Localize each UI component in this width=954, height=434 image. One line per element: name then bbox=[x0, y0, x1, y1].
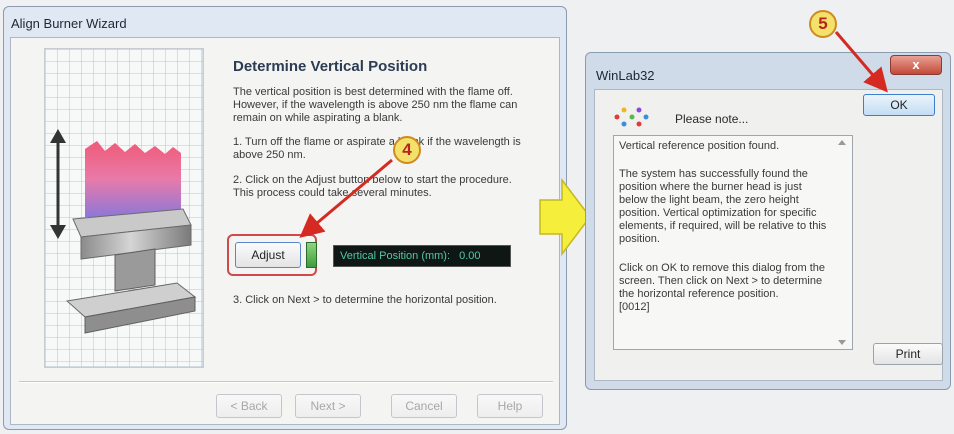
annotation-arrows bbox=[299, 31, 888, 238]
step-4-callout: 4 bbox=[393, 136, 421, 164]
step-4-arrow bbox=[299, 158, 393, 238]
step-5-callout: 5 bbox=[809, 10, 837, 38]
step-5-arrow bbox=[834, 31, 888, 93]
